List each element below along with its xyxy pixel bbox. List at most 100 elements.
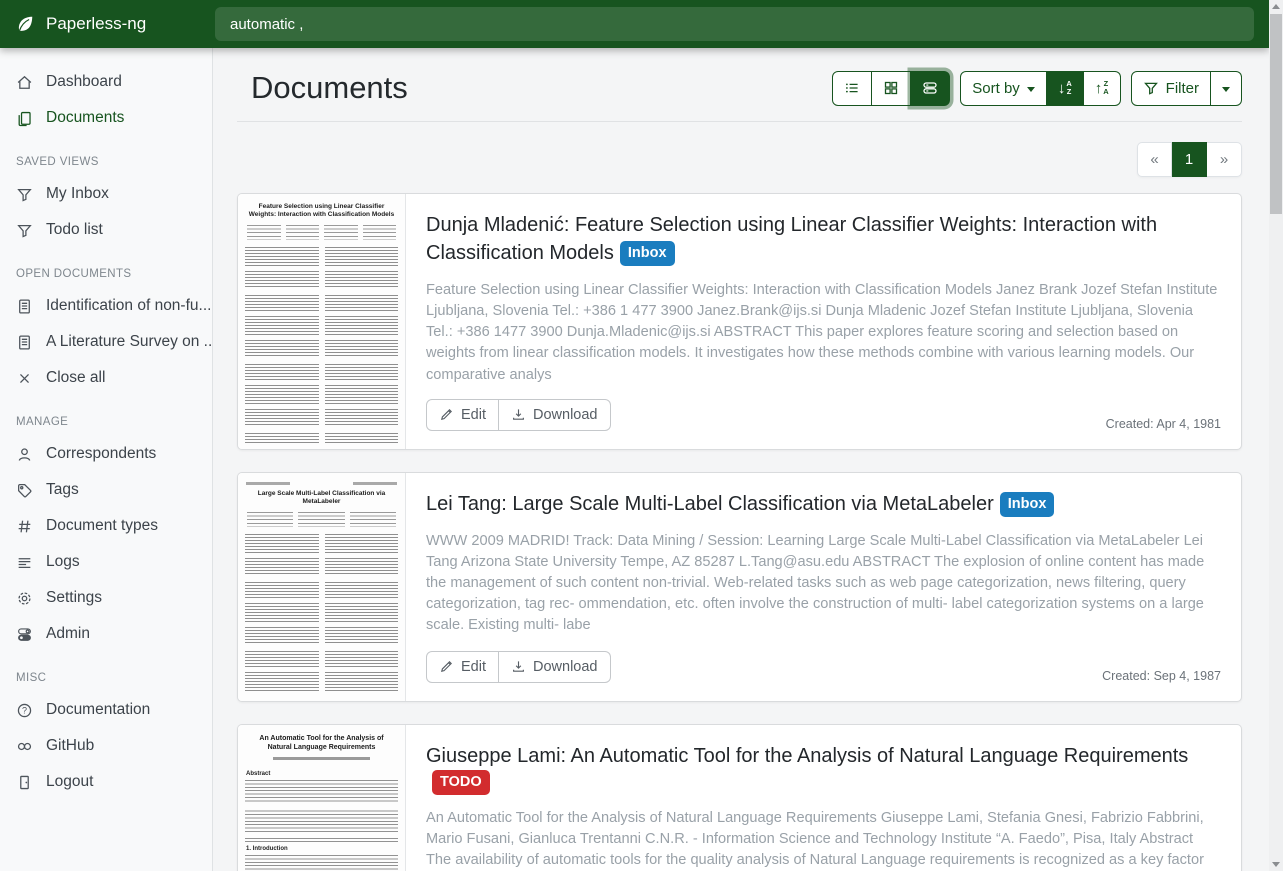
download-label: Download (533, 407, 598, 423)
thumb-header (246, 482, 397, 485)
sidebar-item-logs[interactable]: Logs (0, 549, 212, 575)
sidebar-item-label: Logout (46, 773, 93, 791)
funnel-icon (16, 186, 33, 203)
sidebar-item-label: Tags (46, 481, 79, 499)
download-button[interactable]: Download (499, 399, 611, 431)
file-text-icon (16, 334, 33, 351)
sidebar-item-correspondents[interactable]: Correspondents (0, 441, 212, 467)
pencil-icon (439, 659, 454, 674)
sort-by-button[interactable]: Sort by (960, 71, 1047, 106)
sidebar-item-settings[interactable]: Settings (0, 585, 212, 611)
sidebar-item-admin[interactable]: Admin (0, 621, 212, 647)
tag-badge-inbox[interactable]: Inbox (1000, 492, 1055, 517)
document-thumbnail[interactable]: An Automatic Tool for the Analysis of Na… (238, 725, 406, 871)
document-card: An Automatic Tool for the Analysis of Na… (237, 724, 1242, 871)
sidebar-item-dashboard[interactable]: Dashboard (0, 69, 212, 95)
scroll-up-arrow-icon[interactable] (1269, 0, 1283, 13)
sort-up-icon: ↑ZA (1095, 80, 1109, 96)
link-icon (16, 738, 33, 755)
app-header: Paperless-ng (0, 0, 1269, 48)
document-card-body: Giuseppe Lami: An Automatic Tool for the… (406, 725, 1241, 871)
tag-badge-inbox[interactable]: Inbox (620, 241, 675, 266)
sort-ascending-button[interactable]: ↑ZA (1084, 71, 1121, 106)
filter-group: Filter (1131, 71, 1242, 106)
close-icon (16, 370, 33, 387)
sidebar-item-github[interactable]: GitHub (0, 733, 212, 759)
sidebar-item-my-inbox[interactable]: My Inbox (0, 181, 212, 207)
thumb-text-column (325, 534, 399, 695)
details-view-button[interactable] (911, 71, 950, 106)
edit-button[interactable]: Edit (426, 399, 499, 431)
document-card-body: Dunja Mladenić: Feature Selection using … (406, 194, 1241, 449)
sidebar-item-label: Correspondents (46, 445, 156, 463)
sidebar-item-label: GitHub (46, 737, 94, 755)
funnel-icon (1143, 80, 1159, 96)
edit-label: Edit (461, 407, 486, 423)
sidebar-item-label: A Literature Survey on ... (46, 333, 212, 351)
thumb-authors (273, 757, 370, 760)
tag-badge-todo[interactable]: TODO (432, 770, 490, 795)
sidebar-item-label: Dashboard (46, 73, 122, 91)
sidebar-item-logout[interactable]: Logout (0, 769, 212, 795)
document-title[interactable]: Dunja Mladenić: Feature Selection using … (426, 214, 1157, 264)
person-icon (16, 446, 33, 463)
pagination-prev-button[interactable]: « (1137, 142, 1172, 177)
sidebar-item-document-types[interactable]: Document types (0, 513, 212, 539)
download-icon (511, 659, 526, 674)
brand[interactable]: Paperless-ng (0, 14, 213, 34)
svg-text:?: ? (22, 705, 27, 715)
filter-button[interactable]: Filter (1131, 71, 1211, 106)
toggles-icon (16, 626, 33, 643)
sidebar-item-label: Document types (46, 517, 158, 535)
pagination-page-1[interactable]: 1 (1172, 142, 1207, 177)
vertical-scrollbar[interactable] (1269, 0, 1283, 871)
funnel-icon (16, 222, 33, 239)
search-bar (213, 7, 1269, 41)
toolbar: Sort by ↓AZ ↑ZA Filter (832, 71, 1242, 106)
sidebar-item-documentation[interactable]: ? Documentation (0, 697, 212, 723)
pencil-icon (439, 407, 454, 422)
scroll-down-arrow-icon[interactable] (1269, 858, 1283, 871)
sidebar-item-label: Logs (46, 553, 80, 571)
download-label: Download (533, 659, 598, 675)
sidebar-item-label: Todo list (46, 221, 103, 239)
sidebar-item-todo-list[interactable]: Todo list (0, 217, 212, 243)
thumb-title: An Automatic Tool for the Analysis of Na… (248, 734, 395, 752)
sidebar-section-open-documents: OPEN DOCUMENTS (0, 268, 212, 280)
list-view-button[interactable] (832, 71, 872, 106)
document-thumbnail[interactable]: Large Scale Multi-Label Classification v… (238, 473, 406, 701)
grid-view-button[interactable] (872, 71, 911, 106)
document-card: Large Scale Multi-Label Classification v… (237, 472, 1242, 702)
sidebar-item-close-all[interactable]: Close all (0, 365, 212, 391)
edit-button[interactable]: Edit (426, 651, 499, 683)
document-title[interactable]: Lei Tang: Large Scale Multi-Label Classi… (426, 493, 994, 515)
sidebar-item-tags[interactable]: Tags (0, 477, 212, 503)
sort-down-icon: ↓AZ (1058, 80, 1072, 96)
sidebar-item-documents[interactable]: Documents (0, 105, 212, 131)
download-button[interactable]: Download (499, 651, 611, 683)
details-view-icon (922, 80, 938, 96)
document-thumbnail[interactable]: Feature Selection using Linear Classifie… (238, 194, 406, 449)
search-input[interactable] (215, 7, 1254, 41)
thumb-title: Feature Selection using Linear Classifie… (248, 203, 395, 220)
pagination-next-button[interactable]: » (1207, 142, 1242, 177)
document-title[interactable]: Giuseppe Lami: An Automatic Tool for the… (426, 745, 1188, 767)
document-card-body: Lei Tang: Large Scale Multi-Label Classi… (406, 473, 1241, 701)
thumb-authors (247, 225, 396, 240)
scrollbar-thumb[interactable] (1270, 14, 1282, 214)
grid-view-icon (883, 80, 899, 96)
list-view-icon (844, 80, 860, 96)
file-text-icon (16, 298, 33, 315)
hashtag-icon (16, 518, 33, 535)
logs-icon (16, 554, 33, 571)
edit-label: Edit (461, 659, 486, 675)
sort-group: Sort by ↓AZ ↑ZA (960, 71, 1120, 106)
document-excerpt: Feature Selection using Linear Classifie… (426, 280, 1221, 386)
created-date: Created: Sep 4, 1987 (1102, 669, 1221, 683)
sort-descending-button[interactable]: ↓AZ (1047, 71, 1084, 106)
sidebar-item-open-doc-1[interactable]: Identification of non-fu... (0, 293, 212, 319)
sidebar-item-label: Documents (46, 109, 124, 127)
sidebar-item-open-doc-2[interactable]: A Literature Survey on ... (0, 329, 212, 355)
filter-dropdown-button[interactable] (1211, 71, 1242, 106)
leaf-icon (15, 14, 35, 34)
